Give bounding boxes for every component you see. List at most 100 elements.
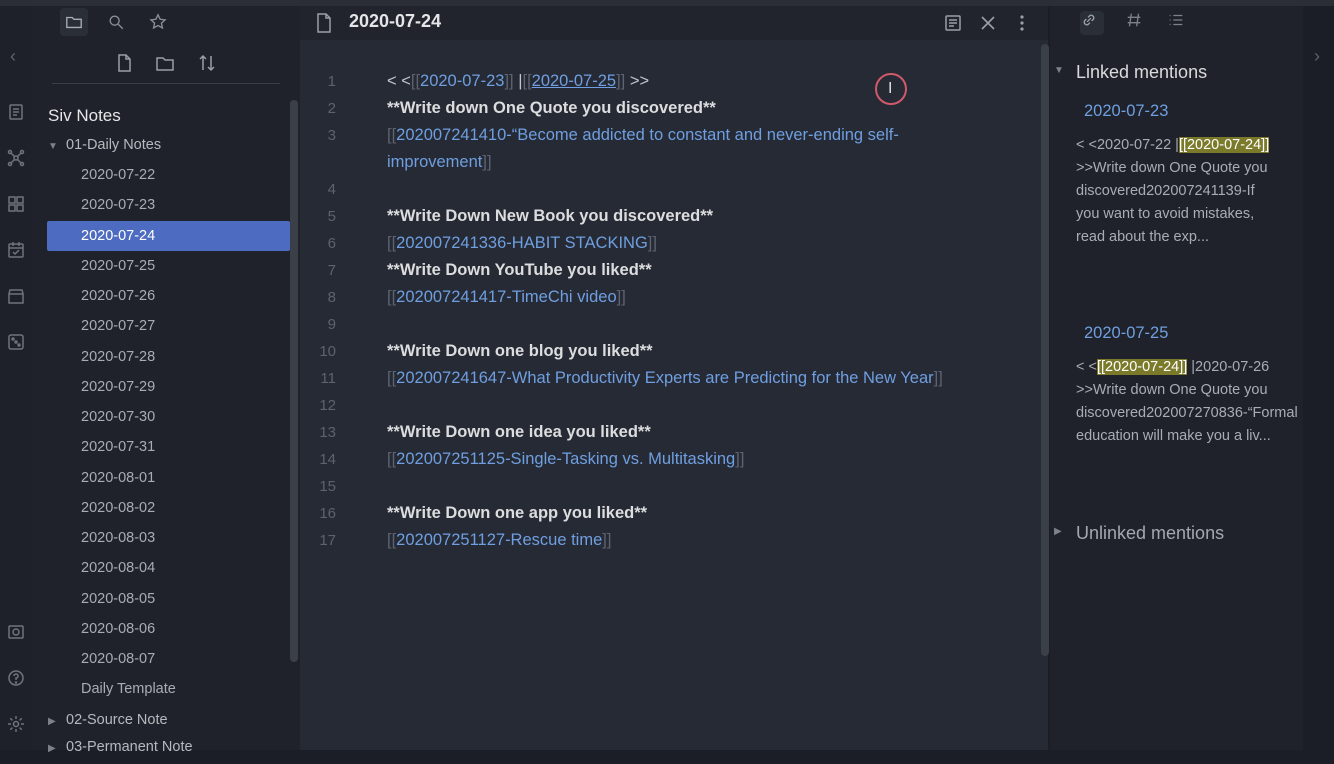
editor-line[interactable]: 2 **Write down One Quote you discovered** [300, 95, 1020, 122]
vault-icon[interactable] [6, 622, 26, 642]
internal-link[interactable]: 202007251127-Rescue time [396, 531, 602, 549]
file-item[interactable]: 2020-08-03 [47, 523, 290, 553]
back-arrow-icon[interactable]: ‹ [10, 46, 16, 67]
editor-line[interactable]: 13 **Write Down one idea you liked** [300, 419, 1020, 446]
close-icon[interactable] [978, 13, 998, 33]
internal-link[interactable]: 2020-07-23 [420, 72, 504, 90]
folder-permanent-note[interactable]: ▶ 03-Permanent Note [48, 732, 193, 762]
line-content: [[202007251127-Rescue time]] [387, 527, 611, 554]
new-note-icon[interactable] [111, 50, 137, 76]
quick-switcher-icon[interactable] [6, 102, 26, 122]
graph-view-icon[interactable] [6, 148, 26, 168]
editor-line[interactable]: 3 [[202007241410-“Become addicted to cons… [300, 122, 1020, 149]
internal-link[interactable]: 202007241417-TimeChi video [396, 288, 616, 306]
line-content: improvement]] [387, 149, 492, 176]
editor-line[interactable]: 14 [[202007251125-Single-Tasking vs. Mult… [300, 446, 1020, 473]
editor-line[interactable]: 16 **Write Down one app you liked** [300, 500, 1020, 527]
file-item[interactable]: 2020-08-04 [47, 553, 290, 583]
line-number: 8 [327, 289, 336, 306]
dice-icon[interactable] [6, 332, 26, 352]
editor-line[interactable]: 17 [[202007251127-Rescue time]] [300, 527, 1020, 554]
line-text: [[ [522, 72, 532, 90]
editor-line[interactable]: 5 **Write Down New Book you discovered** [300, 203, 1020, 230]
backlinks-panel: ▼ Linked mentions 2020-07-23 < <2020-07-2… [1050, 6, 1303, 750]
text-cursor-icon: I [888, 80, 893, 97]
forward-arrow-icon[interactable]: › [1314, 46, 1320, 67]
line-text: [[ [387, 234, 397, 252]
unlinked-mentions-heading[interactable]: ▶ Unlinked mentions [1054, 523, 1224, 544]
file-item[interactable]: 2020-08-02 [47, 493, 290, 523]
linked-mentions-label: Linked mentions [1076, 62, 1208, 82]
calendar-icon[interactable] [6, 240, 26, 260]
internal-link[interactable]: improvement [387, 153, 482, 171]
line-content: [[202007241410-“Become addicted to const… [387, 122, 899, 149]
archive-icon[interactable] [6, 286, 26, 306]
line-text: **Write Down one app you liked** [387, 504, 648, 522]
editor-line[interactable]: improvement]] [300, 149, 1020, 176]
editor-line[interactable]: 9 [300, 311, 1020, 338]
file-item[interactable]: 2020-07-25 [47, 251, 290, 281]
editor-line[interactable]: 15 [300, 473, 1020, 500]
mention-excerpt[interactable]: < <2020-07-22 |[[2020-07-24]] >>Write do… [1076, 134, 1280, 249]
internal-link[interactable]: 202007251125-Single-Tasking vs. Multitas… [396, 450, 735, 468]
line-number: 3 [327, 127, 336, 144]
link-icon[interactable] [1080, 11, 1104, 35]
file-item[interactable]: Daily Template [47, 674, 290, 704]
search-icon[interactable] [102, 8, 130, 36]
mention-title[interactable]: 2020-07-25 [1084, 324, 1168, 343]
editor-line[interactable]: 6 [[202007241336-HABIT STACKING]] [300, 230, 1020, 257]
chevron-down-icon: ▼ [48, 141, 58, 152]
reading-view-icon[interactable] [943, 13, 963, 33]
settings-gear-icon[interactable] [6, 714, 26, 734]
file-item[interactable]: 2020-07-29 [47, 372, 290, 402]
editor-line[interactable]: 12 [300, 392, 1020, 419]
file-item[interactable]: 2020-07-30 [47, 402, 290, 432]
file-item[interactable]: 2020-07-23 [47, 190, 290, 220]
sidebar-divider [52, 83, 280, 84]
note-title[interactable]: 2020-07-24 [349, 11, 441, 32]
mention-title[interactable]: 2020-07-23 [1084, 102, 1168, 121]
file-item[interactable]: 2020-08-05 [47, 584, 290, 614]
file-item[interactable]: 2020-07-31 [47, 432, 290, 462]
mention-text: < < [1076, 359, 1097, 375]
help-icon[interactable] [6, 668, 26, 688]
editor-line[interactable]: 11 [[202007241647-What Productivity Exper… [300, 365, 1020, 392]
vault-name[interactable]: Siv Notes [48, 106, 121, 126]
file-item[interactable]: 2020-07-26 [47, 281, 290, 311]
plugins-icon[interactable] [6, 194, 26, 214]
file-item[interactable]: 2020-07-22 [47, 160, 290, 190]
editor-line[interactable]: 8 [[202007241417-TimeChi video]] [300, 284, 1020, 311]
editor-line[interactable]: 10 **Write Down one blog you liked** [300, 338, 1020, 365]
internal-link[interactable]: 202007241336-HABIT STACKING [396, 234, 648, 252]
mention-highlight: [[2020-07-24]] [1178, 137, 1270, 153]
file-item[interactable]: 2020-08-07 [47, 644, 290, 674]
sort-icon[interactable] [194, 50, 220, 76]
editor-line[interactable]: 4 [300, 176, 1020, 203]
editor-scrollbar[interactable] [1041, 44, 1049, 656]
folder-label: 01-Daily Notes [66, 137, 162, 153]
new-folder-icon[interactable] [152, 50, 178, 76]
folder-source-note[interactable]: ▶ 02-Source Note [48, 705, 168, 735]
internal-link[interactable]: 202007241647-What Productivity Experts a… [396, 369, 933, 387]
line-content: **Write Down one app you liked** [387, 500, 647, 527]
mention-excerpt[interactable]: < <[[2020-07-24]] |2020-07-26 >>Write do… [1076, 356, 1298, 448]
tag-icon[interactable] [1125, 11, 1149, 35]
internal-link[interactable]: 202007241410-“Become addicted to constan… [396, 126, 899, 144]
file-item[interactable]: 2020-07-28 [47, 342, 290, 372]
folder-daily-notes[interactable]: ▼ 01-Daily Notes [48, 130, 161, 160]
file-item[interactable]: 2020-08-06 [47, 614, 290, 644]
linked-mentions-heading[interactable]: ▼ Linked mentions [1054, 62, 1208, 83]
more-options-icon[interactable] [1012, 13, 1032, 33]
file-item[interactable]: 2020-07-27 [47, 311, 290, 341]
line-text: ]] [616, 72, 626, 90]
editor-line[interactable]: 1 < <[[2020-07-23]] |[[2020-07-25]] >> [300, 68, 1020, 95]
file-item-active[interactable]: 2020-07-24 [47, 221, 290, 251]
internal-link[interactable]: 2020-07-25 [532, 72, 616, 90]
star-icon[interactable] [144, 8, 172, 36]
editor-header: 2020-07-24 [300, 6, 1048, 40]
outline-icon[interactable] [1167, 11, 1191, 35]
folder-icon[interactable] [60, 8, 88, 36]
editor-line[interactable]: 7 **Write Down YouTube you liked** [300, 257, 1020, 284]
file-item[interactable]: 2020-08-01 [47, 463, 290, 493]
line-number: 4 [327, 181, 336, 198]
